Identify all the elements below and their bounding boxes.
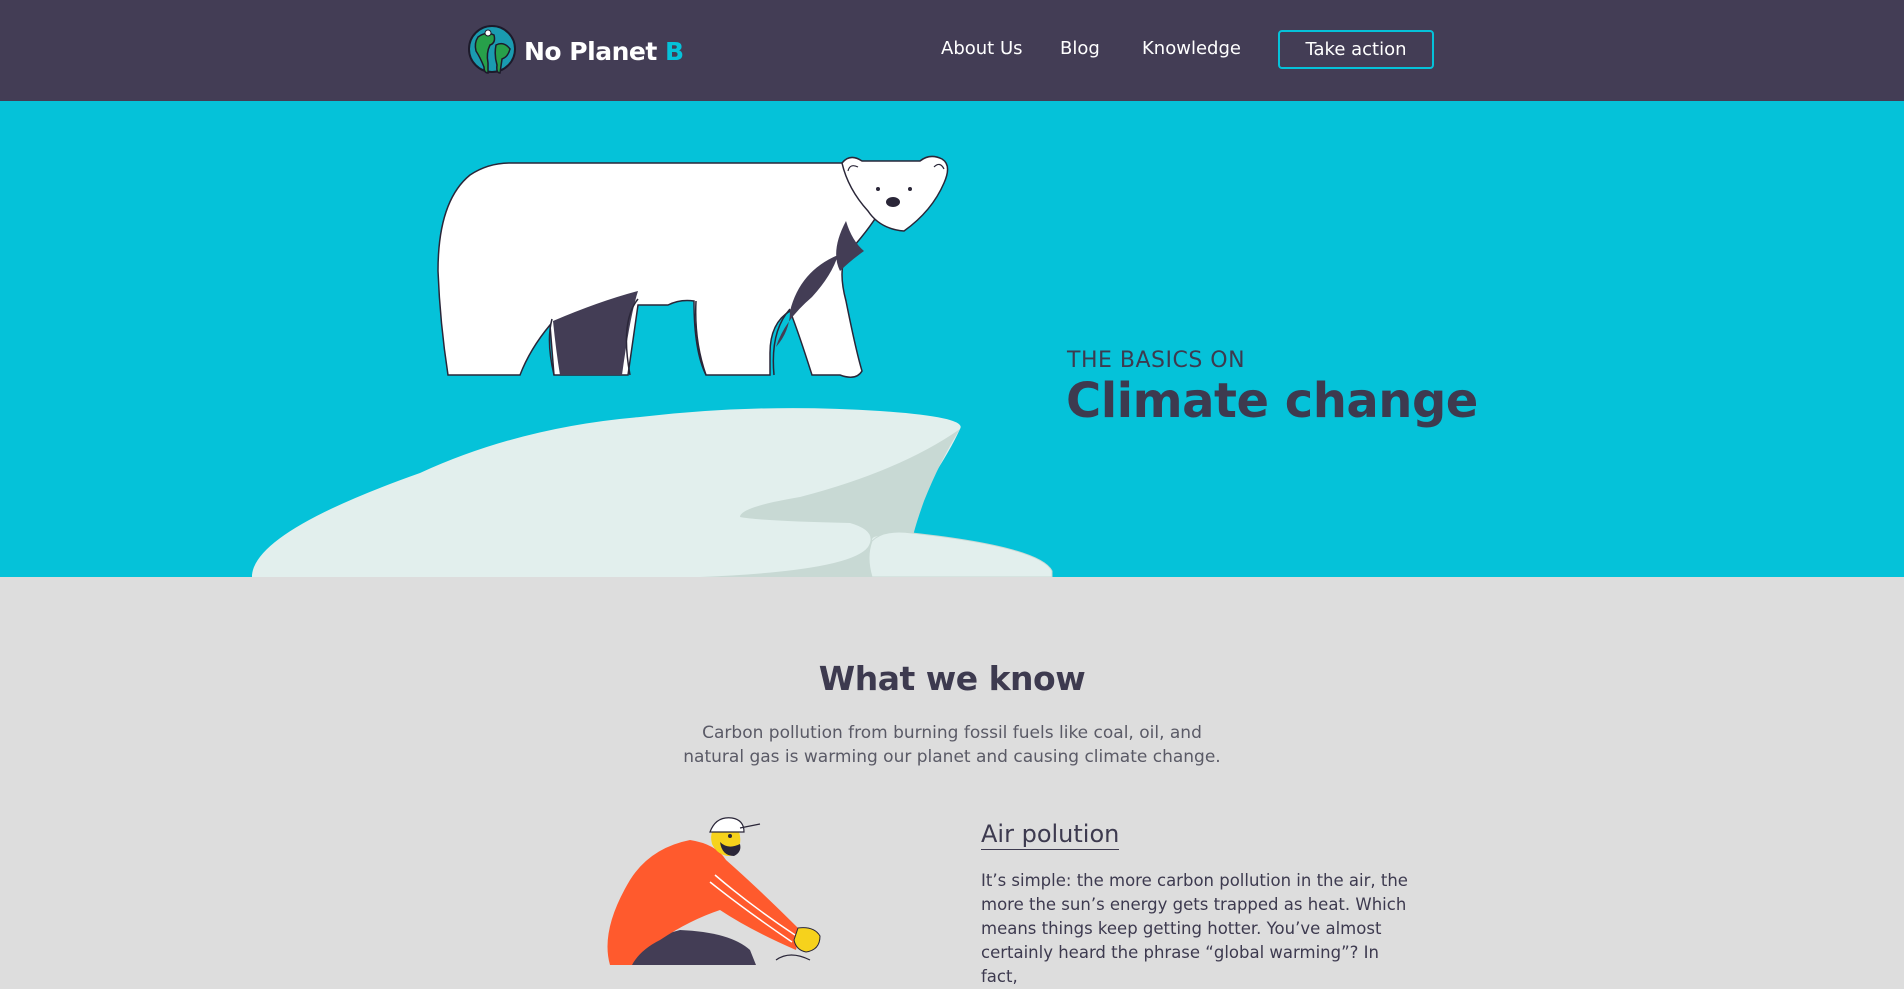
hero-eyebrow: THE BASICS ON: [1067, 348, 1246, 373]
air-pollution-body: It’s simple: the more carbon pollution i…: [981, 871, 1408, 986]
polar-bear-illustration: [252, 155, 1053, 577]
brand-name: No Planet B: [524, 36, 684, 66]
earth-logo-icon: [468, 25, 516, 74]
air-pollution-title: Air polution: [981, 820, 1120, 850]
take-action-button[interactable]: Take action: [1278, 30, 1434, 69]
nav-about-us[interactable]: About Us: [941, 38, 1023, 59]
nav-blog[interactable]: Blog: [1060, 38, 1100, 59]
section-title-what-we-know: What we know: [818, 659, 1086, 698]
hero-title: Climate change: [1066, 373, 1478, 429]
brand-logo[interactable]: No Planet B: [466, 23, 684, 79]
site-header: No Planet B About Us Blog Knowledge Take…: [0, 0, 1904, 101]
hero-section: THE BASICS ON Climate change: [0, 101, 1904, 577]
section-subtitle: Carbon pollution from burning fossil fue…: [683, 723, 1221, 767]
nav-knowledge[interactable]: Knowledge: [1142, 38, 1241, 59]
cyclist-illustration: [607, 817, 821, 965]
